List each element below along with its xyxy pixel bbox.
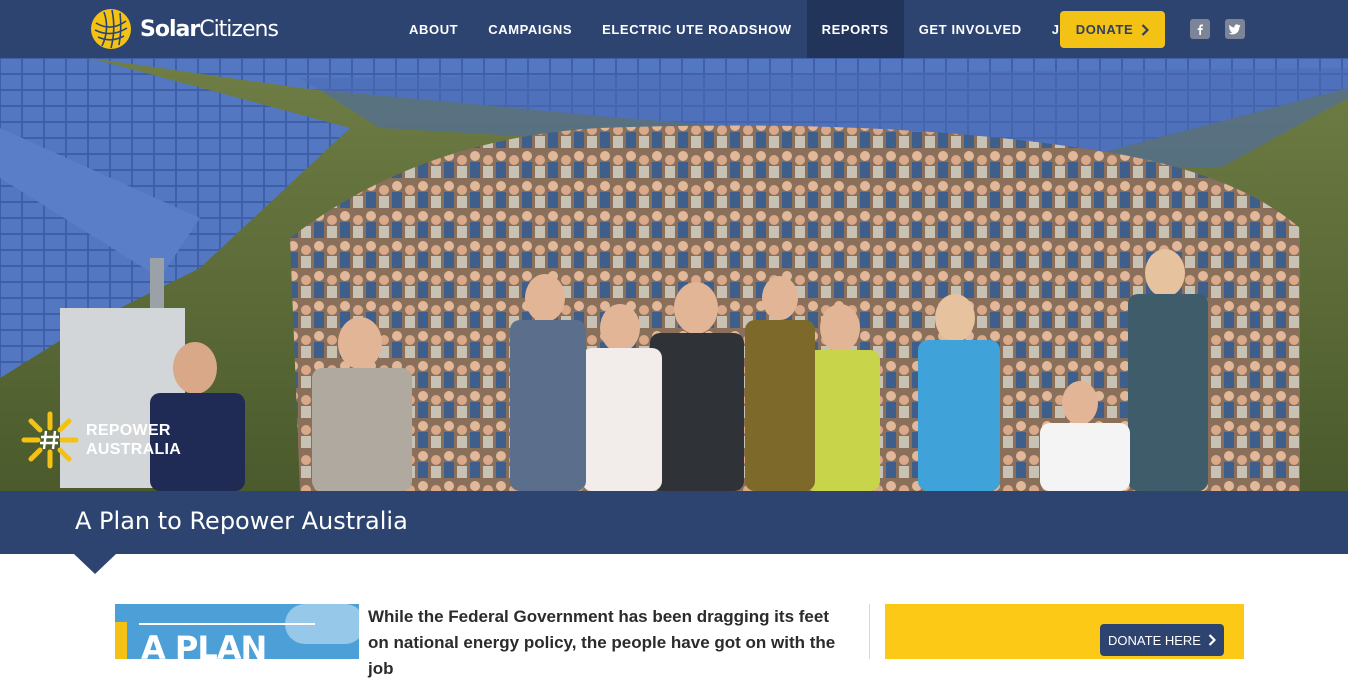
site-header: SolarCitizens ABOUT CAMPAIGNS ELECTRIC U…	[0, 0, 1348, 58]
donate-button[interactable]: DONATE	[1060, 11, 1165, 48]
twitter-icon	[1229, 24, 1241, 35]
nav-about[interactable]: ABOUT	[394, 0, 473, 58]
title-pointer-arrow	[74, 554, 116, 574]
main-nav: ABOUT CAMPAIGNS ELECTRIC UTE ROADSHOW RE…	[394, 0, 1099, 58]
donate-panel: DONATE HERE	[885, 604, 1244, 659]
report-cover-image[interactable]: A PLAN	[115, 604, 359, 659]
hero-image: REPOWER AUSTRALIA	[0, 58, 1348, 491]
nav-electric-ute-roadshow[interactable]: ELECTRIC UTE ROADSHOW	[587, 0, 807, 58]
nav-get-involved[interactable]: GET INVOLVED	[904, 0, 1037, 58]
page-title-band: A Plan to Repower Australia	[0, 491, 1348, 554]
logo-wordmark: SolarCitizens	[140, 16, 279, 42]
donate-button-label: DONATE	[1075, 22, 1134, 37]
facebook-link[interactable]	[1190, 19, 1210, 39]
report-cover-title: A PLAN	[141, 629, 267, 659]
page-title: A Plan to Repower Australia	[75, 507, 408, 535]
facebook-icon	[1197, 24, 1203, 35]
cover-rule	[139, 623, 315, 625]
content-divider	[869, 604, 870, 659]
twitter-link[interactable]	[1225, 19, 1245, 39]
sun-logo-icon	[91, 9, 131, 49]
cover-yellow-strip	[115, 622, 127, 659]
site-logo[interactable]: SolarCitizens	[90, 8, 279, 50]
nav-campaigns[interactable]: CAMPAIGNS	[473, 0, 587, 58]
donate-here-label: DONATE HERE	[1108, 632, 1201, 648]
chevron-right-icon	[1208, 634, 1216, 646]
hashtag-sun-icon	[21, 411, 79, 469]
repower-australia-badge: REPOWER AUSTRALIA	[20, 410, 181, 470]
nav-reports[interactable]: REPORTS	[806, 0, 904, 58]
repower-badge-text: REPOWER AUSTRALIA	[86, 422, 182, 458]
hero-photo-illustration	[0, 58, 1348, 491]
intro-paragraph: While the Federal Government has been dr…	[368, 607, 836, 678]
donate-here-button[interactable]: DONATE HERE	[1100, 624, 1224, 656]
chevron-right-icon	[1141, 23, 1150, 36]
